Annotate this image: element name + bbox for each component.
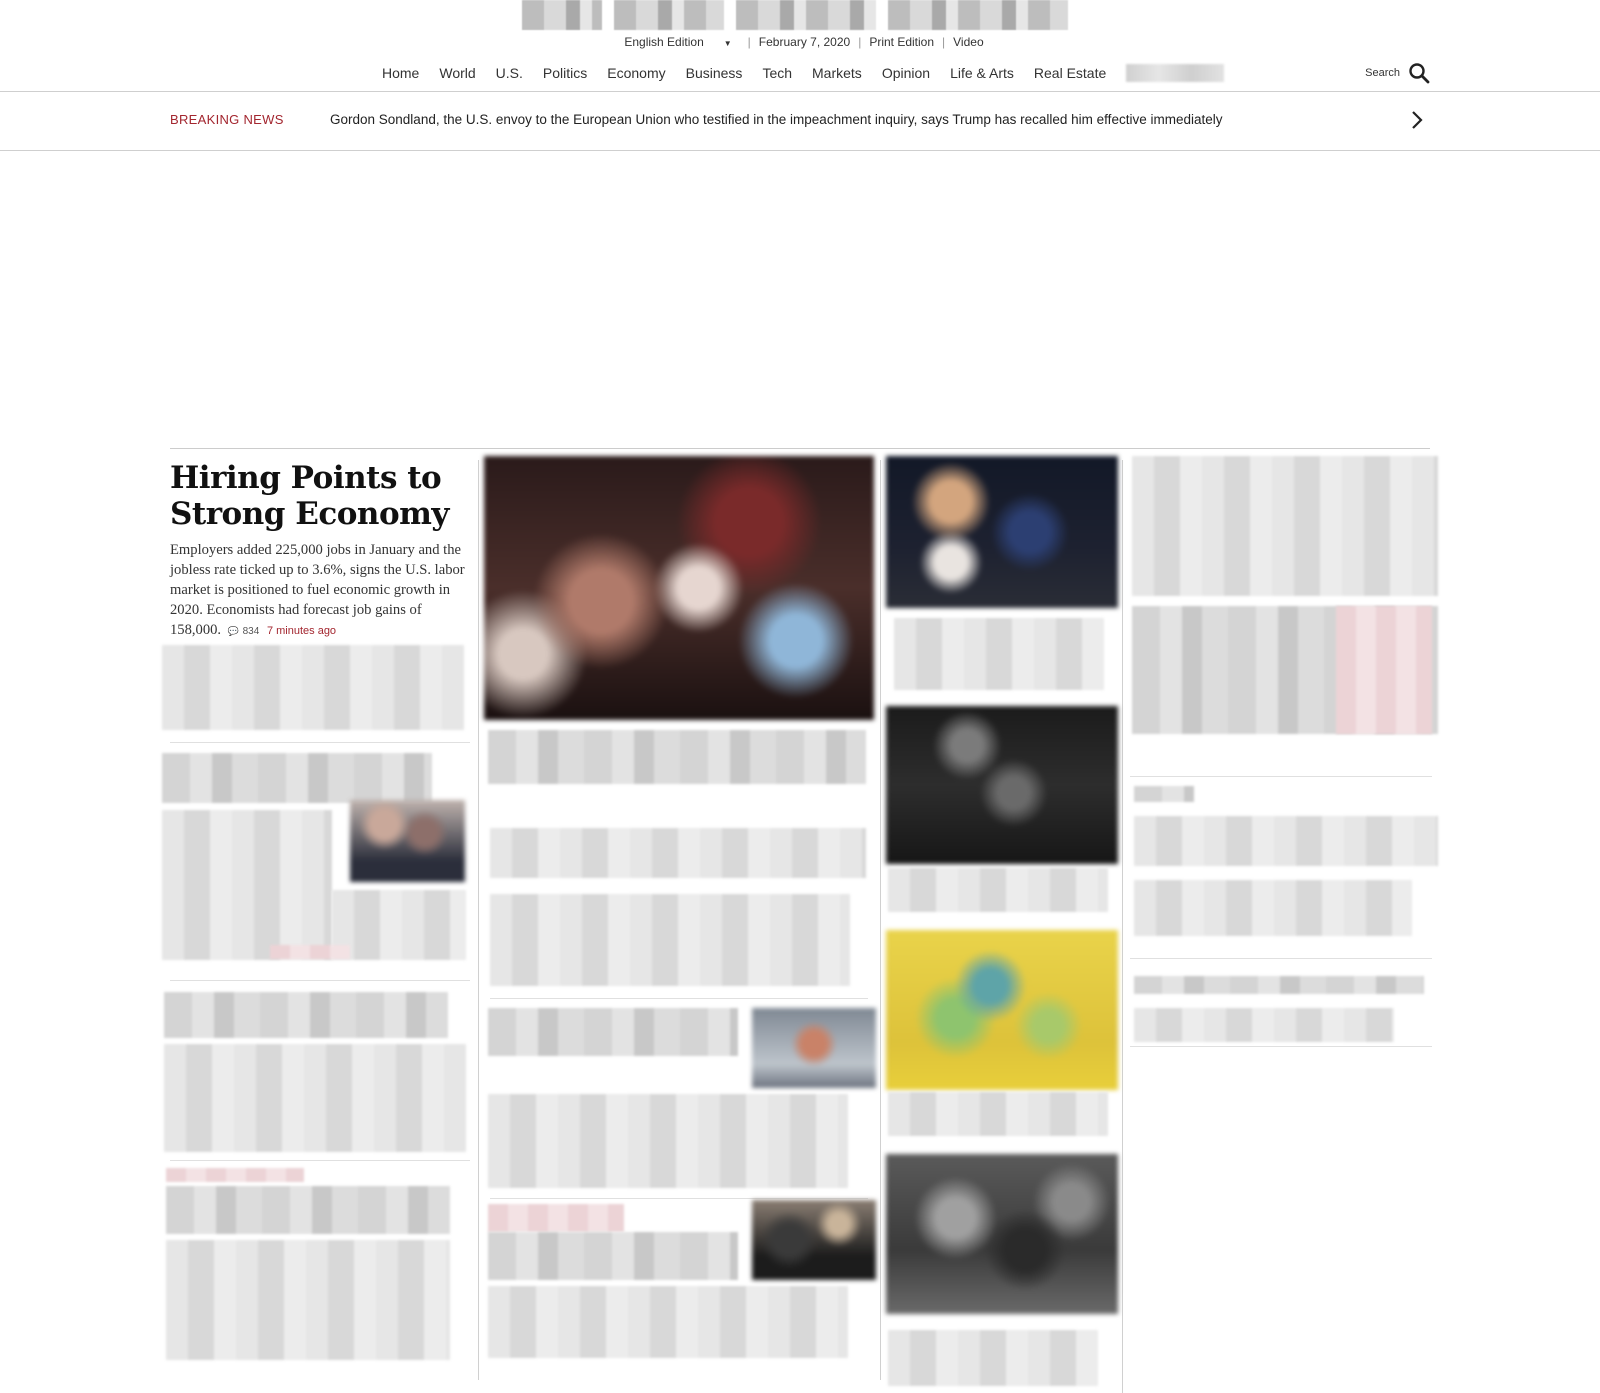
- story-thumbnail[interactable]: [752, 1200, 876, 1280]
- story-thumbnail[interactable]: [752, 1008, 876, 1088]
- story-thumbnail[interactable]: [350, 800, 465, 882]
- date-label: February 7, 2020: [758, 35, 851, 49]
- story-summary-obscured: [162, 810, 332, 960]
- story-headline-obscured[interactable]: [162, 753, 432, 803]
- widget-divider: [1130, 776, 1432, 777]
- section-label-obscured: [1134, 786, 1194, 802]
- story-headline-obscured[interactable]: [888, 868, 1108, 912]
- search-button[interactable]: Search: [1365, 62, 1430, 84]
- print-edition-link[interactable]: Print Edition: [861, 35, 942, 49]
- story-headline-obscured[interactable]: [888, 1092, 1108, 1136]
- masthead-logo[interactable]: [522, 0, 1082, 30]
- nav-item-business[interactable]: Business: [676, 62, 753, 84]
- story-headline-obscured[interactable]: [1134, 976, 1424, 994]
- nav-item-opinion[interactable]: Opinion: [872, 62, 940, 84]
- breaking-news-label: BREAKING NEWS: [170, 112, 284, 127]
- story-divider: [170, 742, 470, 743]
- story-divider: [170, 1160, 470, 1161]
- story-tag-obscured: [488, 1204, 624, 1232]
- story-headline-obscured[interactable]: [888, 1330, 1098, 1386]
- column-divider: [1122, 460, 1123, 1393]
- photo-caption-obscured: [488, 730, 866, 784]
- story-summary-obscured: [332, 890, 466, 960]
- story-headline-obscured[interactable]: [164, 992, 448, 1038]
- story-summary-obscured: [490, 894, 850, 986]
- lead-summary-text: Employers added 225,000 jobs in January …: [170, 542, 465, 638]
- story-photo[interactable]: [886, 456, 1118, 608]
- video-link[interactable]: Video: [945, 35, 991, 49]
- edition-label: English Edition: [624, 35, 704, 49]
- story-photo[interactable]: [886, 706, 1118, 864]
- comment-count[interactable]: 834: [243, 626, 260, 637]
- story-headline-obscured[interactable]: [166, 1186, 450, 1234]
- top-utility-bar: English Edition ▼ | February 7, 2020 | Print …: [0, 35, 1600, 49]
- story-headline-obscured[interactable]: [1134, 880, 1412, 936]
- breaking-divider: [0, 150, 1600, 151]
- nav-item-politics[interactable]: Politics: [533, 62, 597, 84]
- story-headline-obscured[interactable]: [1134, 816, 1438, 866]
- story-divider: [170, 980, 470, 981]
- timestamp: 7 minutes ago: [266, 625, 337, 637]
- story-summary-obscured: [1134, 1008, 1394, 1042]
- search-icon: [1408, 62, 1430, 84]
- story-divider: [490, 998, 868, 999]
- nav-item-world[interactable]: World: [429, 62, 485, 84]
- nav-item-real-estate[interactable]: Real Estate: [1024, 62, 1116, 84]
- nav-item-economy[interactable]: Economy: [597, 62, 675, 84]
- lead-photo[interactable]: [484, 456, 874, 720]
- story-meta-obscured: [270, 945, 350, 959]
- story-headline-obscured[interactable]: [894, 618, 1104, 690]
- nav-item-obscured[interactable]: [1126, 64, 1225, 82]
- nav-item-life-arts[interactable]: Life & Arts: [940, 62, 1024, 84]
- story-divider: [1130, 1046, 1432, 1047]
- story-headline-obscured[interactable]: [488, 1008, 738, 1056]
- search-label: Search: [1365, 67, 1400, 79]
- story-photo[interactable]: [886, 1154, 1118, 1314]
- story-photo[interactable]: [886, 930, 1118, 1090]
- column-divider: [478, 460, 479, 1380]
- main-nav: Home World U.S. Politics Economy Busines…: [0, 62, 1600, 90]
- nav-item-home[interactable]: Home: [372, 62, 429, 84]
- edition-selector[interactable]: English Edition ▼: [608, 35, 747, 49]
- chevron-right-icon[interactable]: [1405, 106, 1429, 134]
- story-headline-obscured[interactable]: [488, 1232, 738, 1280]
- section-top-rule: [170, 448, 1430, 449]
- column-divider: [880, 460, 881, 1380]
- story-divider: [490, 1198, 868, 1199]
- market-change-obscured: [1336, 606, 1432, 734]
- nav-item-tech[interactable]: Tech: [752, 62, 802, 84]
- comment-icon: 💬: [227, 626, 239, 636]
- lead-headline[interactable]: Hiring Points to Strong Economy: [170, 460, 470, 532]
- nav-item-markets[interactable]: Markets: [802, 62, 872, 84]
- story-summary-obscured: [488, 1286, 848, 1358]
- lead-summary: Employers added 225,000 jobs in January …: [170, 540, 470, 642]
- story-divider: [1130, 958, 1432, 959]
- breaking-news-bar[interactable]: BREAKING NEWS Gordon Sondland, the U.S. …: [0, 92, 1600, 150]
- caret-down-icon: ▼: [723, 39, 732, 48]
- story-obscured[interactable]: [162, 645, 464, 730]
- story-summary-obscured: [164, 1044, 466, 1152]
- story-summary-obscured: [488, 1094, 848, 1188]
- nav-item-us[interactable]: U.S.: [486, 62, 533, 84]
- breaking-news-text[interactable]: Gordon Sondland, the U.S. envoy to the E…: [330, 112, 1222, 127]
- story-summary-obscured: [166, 1240, 450, 1360]
- story-headline-obscured[interactable]: [490, 828, 866, 878]
- story-tag-obscured: [166, 1168, 304, 1182]
- market-widget-obscured[interactable]: [1132, 456, 1438, 596]
